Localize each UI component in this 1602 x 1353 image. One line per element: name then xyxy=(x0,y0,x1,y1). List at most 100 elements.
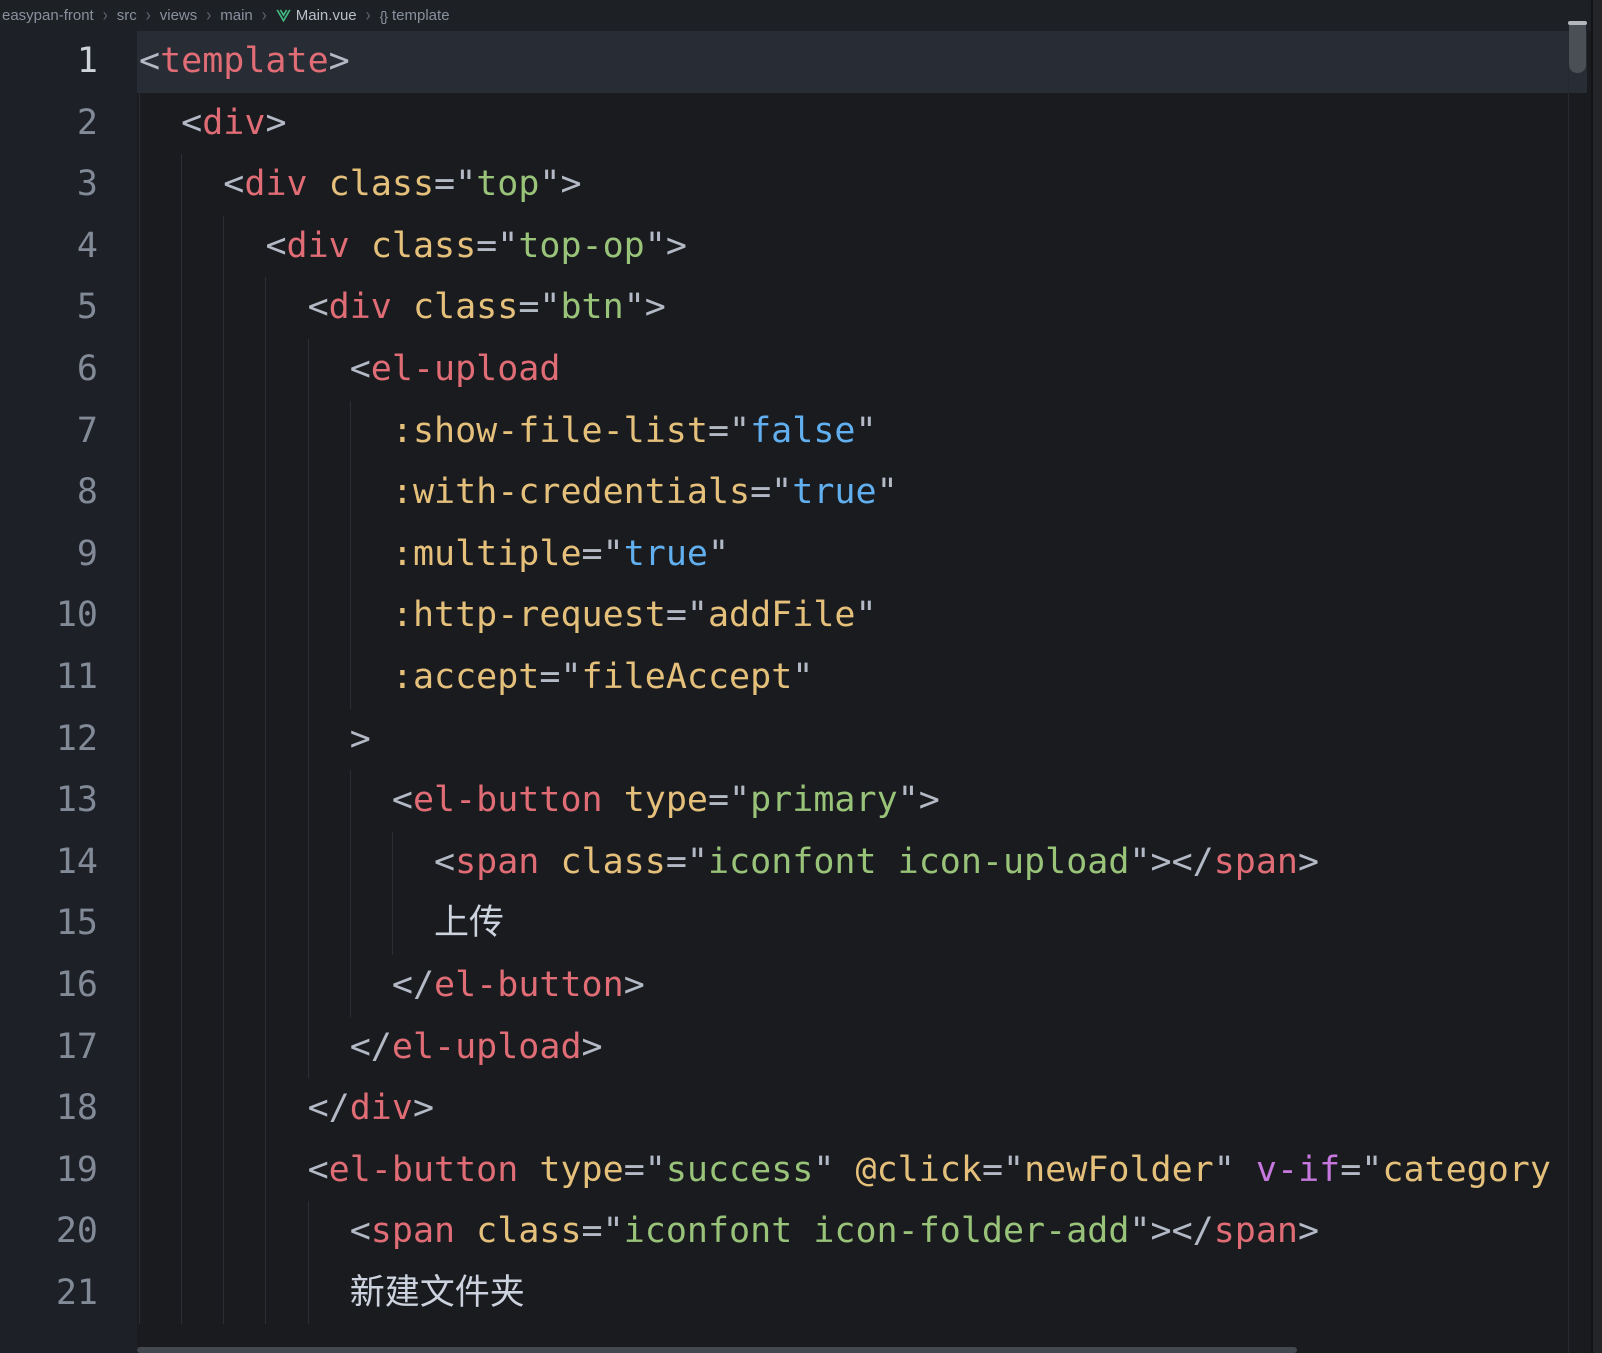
code-text: <span class="iconfont icon-upload"></spa… xyxy=(434,841,1320,882)
line-number[interactable]: 8 xyxy=(0,462,137,524)
breadcrumb-item-src[interactable]: src xyxy=(117,7,137,24)
code-line[interactable]: 15 上传 xyxy=(0,893,1602,955)
line-number[interactable]: 18 xyxy=(0,1078,137,1140)
code-line[interactable]: 11 :accept="fileAccept" xyxy=(0,646,1602,709)
line-number[interactable]: 20 xyxy=(0,1201,137,1263)
line-number[interactable]: 5 xyxy=(0,277,137,339)
line-content[interactable]: <div class="top"> xyxy=(137,154,1602,216)
breadcrumb-separator-icon: › xyxy=(206,4,212,27)
line-content[interactable]: 新建文件夹 xyxy=(137,1262,1602,1325)
code-line[interactable]: 17 </el-upload> xyxy=(0,1016,1602,1079)
line-number[interactable]: 7 xyxy=(0,401,137,463)
code-line[interactable]: 1 <template> xyxy=(0,31,1602,93)
code-text: <span class="iconfont icon-folder-add"><… xyxy=(349,1211,1320,1252)
breadcrumb-item-main[interactable]: main xyxy=(220,7,253,24)
line-number[interactable]: 11 xyxy=(0,647,137,709)
code-line[interactable]: 3 <div class="top"> xyxy=(0,154,1602,216)
code-line[interactable]: 13 <el-button type="primary"> xyxy=(0,770,1602,832)
code-line[interactable]: 16 </el-button> xyxy=(0,954,1602,1017)
breadcrumb-separator-icon: › xyxy=(145,4,151,27)
line-content[interactable]: </el-upload> xyxy=(137,1016,1602,1079)
line-content[interactable]: <template> xyxy=(137,31,1602,93)
line-number[interactable]: 6 xyxy=(0,339,137,401)
breadcrumb-item-main-vue[interactable]: Main.vue xyxy=(276,7,357,24)
breadcrumb-item-template[interactable]: {} template xyxy=(380,7,450,24)
code-editor[interactable]: 1 <template> 2 <div> 3 <div class="top"> 4 <… xyxy=(0,31,1602,1353)
vertical-scrollbar-thumb[interactable] xyxy=(1569,23,1586,73)
code-line[interactable]: 14 <span class="iconfont icon-upload"></… xyxy=(0,831,1602,894)
code-text: :http-request="addFile" xyxy=(391,595,877,636)
line-number[interactable]: 1 xyxy=(0,31,137,93)
code-line[interactable]: 21 新建文件夹 xyxy=(0,1262,1602,1325)
code-text: <el-upload xyxy=(349,348,561,389)
code-line[interactable]: 6 <el-upload xyxy=(0,338,1602,401)
code-line[interactable]: 4 <div class="top-op"> xyxy=(0,215,1602,278)
line-number[interactable]: 16 xyxy=(0,955,137,1017)
line-content[interactable]: <div> xyxy=(137,92,1602,155)
breadcrumb-separator-icon: › xyxy=(261,4,267,27)
line-content[interactable]: :multiple="true" xyxy=(137,523,1602,586)
line-number[interactable]: 19 xyxy=(0,1140,137,1202)
code-text: > xyxy=(349,718,371,759)
breadcrumb-item-views[interactable]: views xyxy=(160,7,198,24)
line-content[interactable]: :accept="fileAccept" xyxy=(137,646,1602,709)
line-content[interactable]: </el-button> xyxy=(137,954,1602,1017)
code-text: 新建文件夹 xyxy=(349,1272,525,1313)
line-number[interactable]: 14 xyxy=(0,832,137,894)
code-line[interactable]: 18 </div> xyxy=(0,1078,1602,1140)
line-content[interactable]: :with-credentials="true" xyxy=(137,462,1602,524)
breadcrumb-label: template xyxy=(392,7,450,24)
line-content[interactable]: </div> xyxy=(137,1078,1602,1140)
code-text: <el-button type="success" @click="newFol… xyxy=(307,1149,1551,1190)
line-content[interactable]: :show-file-list="false" xyxy=(137,400,1602,463)
breadcrumb-label: Main.vue xyxy=(295,7,357,24)
editor-window: easypan-front › src › views › main › Main.vue › {}… xyxy=(0,0,1602,1353)
code-line[interactable]: 2 <div> xyxy=(0,92,1602,155)
code-line[interactable]: 19 <el-button type="success" @click="new… xyxy=(0,1139,1602,1202)
line-content[interactable]: > xyxy=(137,708,1602,771)
line-content[interactable]: <div class="btn"> xyxy=(137,277,1602,339)
breadcrumb-label: main xyxy=(220,7,253,24)
code-line[interactable]: 7 :show-file-list="false" xyxy=(0,400,1602,463)
vue-icon xyxy=(276,9,291,22)
line-content[interactable]: <span class="iconfont icon-folder-add"><… xyxy=(137,1201,1602,1263)
line-content[interactable]: <el-button type="success" @click="newFol… xyxy=(137,1139,1602,1202)
code-text: <div class="btn"> xyxy=(307,287,666,328)
line-number[interactable]: 10 xyxy=(0,585,137,647)
code-line[interactable]: 10 :http-request="addFile" xyxy=(0,585,1602,647)
line-number[interactable]: 17 xyxy=(0,1017,137,1079)
line-number[interactable]: 21 xyxy=(0,1263,137,1325)
line-number[interactable]: 12 xyxy=(0,709,137,771)
line-number[interactable]: 9 xyxy=(0,524,137,586)
breadcrumb-label: src xyxy=(116,7,137,24)
horizontal-scrollbar-thumb[interactable] xyxy=(137,1347,1297,1353)
line-content[interactable]: <el-button type="primary"> xyxy=(137,770,1602,832)
code-text: :accept="fileAccept" xyxy=(391,656,814,697)
line-number[interactable]: 15 xyxy=(0,893,137,955)
braces-icon: {} xyxy=(379,7,388,24)
code-line[interactable]: 8 :with-credentials="true" xyxy=(0,462,1602,524)
line-number[interactable]: 2 xyxy=(0,93,137,155)
code-text: <div class="top-op"> xyxy=(265,225,687,266)
code-text: <div> xyxy=(181,102,287,143)
breadcrumb-label: views xyxy=(159,7,198,24)
code-text: </el-button> xyxy=(391,964,645,1005)
code-text: <div class="top"> xyxy=(223,164,582,205)
vertical-scrollbar-thumb-cap[interactable] xyxy=(1568,21,1587,25)
line-number[interactable]: 4 xyxy=(0,216,137,278)
line-content[interactable]: 上传 xyxy=(137,893,1602,955)
code-text: <template> xyxy=(139,41,350,81)
line-content[interactable]: <div class="top-op"> xyxy=(137,215,1602,278)
breadcrumb-item-easypan-front[interactable]: easypan-front xyxy=(2,7,94,24)
line-content[interactable]: <el-upload xyxy=(137,338,1602,401)
line-number[interactable]: 13 xyxy=(0,770,137,832)
line-number[interactable]: 3 xyxy=(0,154,137,216)
breadcrumb: easypan-front › src › views › main › Main.vue › {}… xyxy=(0,0,1591,31)
line-content[interactable]: :http-request="addFile" xyxy=(137,585,1602,647)
line-content[interactable]: <span class="iconfont icon-upload"></spa… xyxy=(137,831,1602,894)
code-line[interactable]: 12 > xyxy=(0,708,1602,771)
code-line[interactable]: 5 <div class="btn"> xyxy=(0,277,1602,339)
code-line[interactable]: 20 <span class="iconfont icon-folder-add… xyxy=(0,1201,1602,1263)
code-line[interactable]: 9 :multiple="true" xyxy=(0,523,1602,586)
breadcrumb-label: easypan-front xyxy=(2,7,94,24)
